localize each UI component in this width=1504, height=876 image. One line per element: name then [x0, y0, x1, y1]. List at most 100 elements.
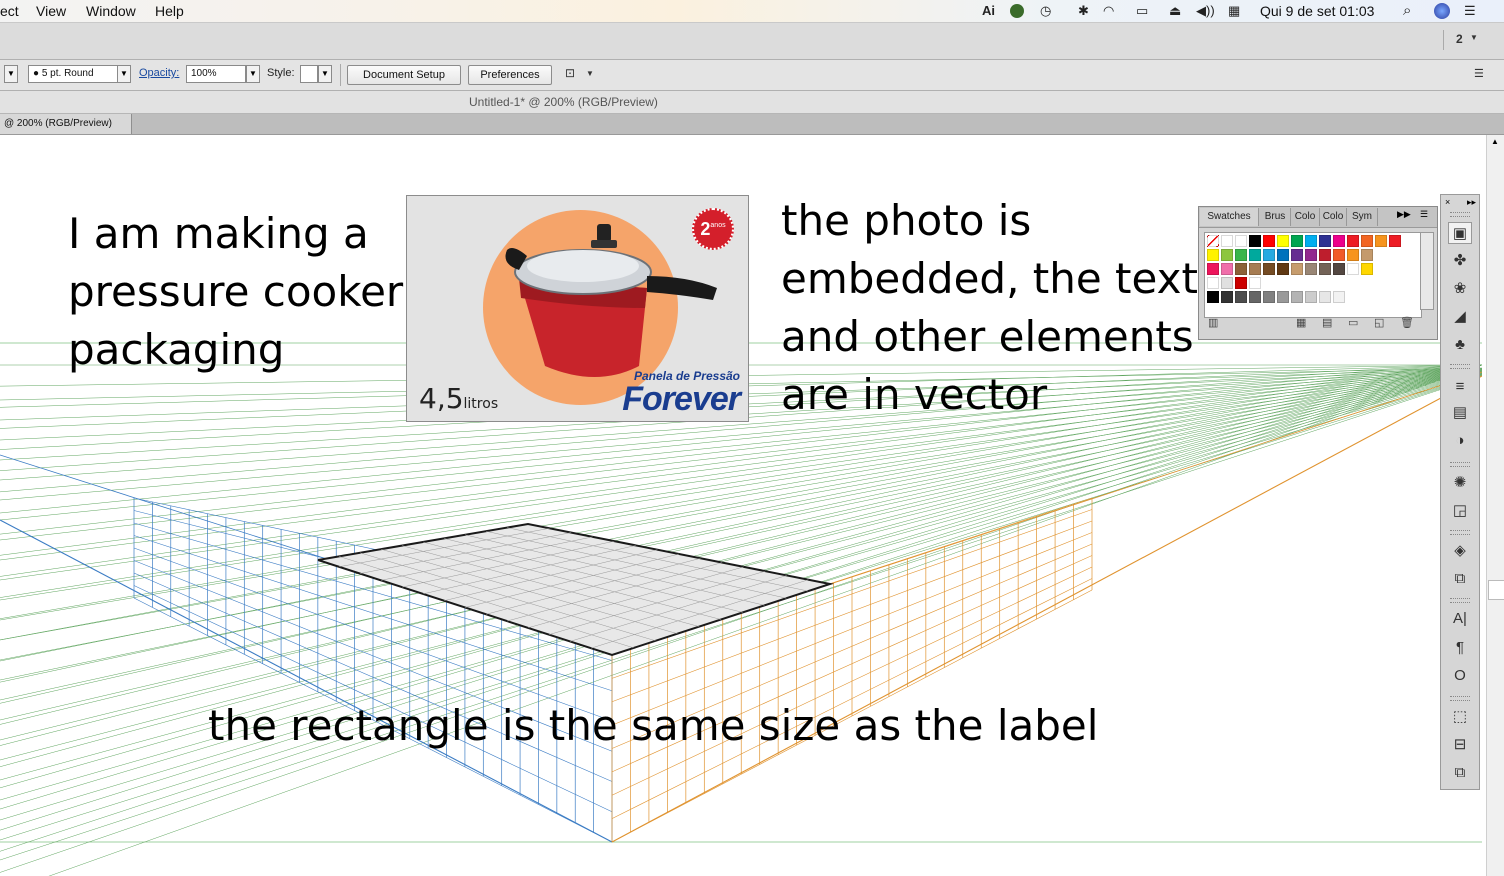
gradient-panel-icon[interactable]: ▤: [1448, 402, 1472, 424]
panel-group-grip[interactable]: [1450, 462, 1470, 467]
brush-icon[interactable]: ❀: [1448, 278, 1472, 300]
color-swatch[interactable]: [1291, 263, 1303, 275]
color-swatch[interactable]: [1207, 263, 1219, 275]
color-swatch[interactable]: [1291, 235, 1303, 247]
color-swatch[interactable]: [1221, 263, 1233, 275]
tab-color[interactable]: Colo: [1291, 208, 1320, 226]
panel-group-grip[interactable]: [1450, 696, 1470, 701]
color-swatch[interactable]: [1375, 235, 1387, 247]
color-swatch[interactable]: [1347, 235, 1359, 247]
document-tab[interactable]: @ 200% (RGB/Preview): [0, 114, 132, 134]
color-swatch[interactable]: [1235, 291, 1247, 303]
color-swatch[interactable]: [1305, 291, 1317, 303]
tab-swatches[interactable]: Swatches: [1200, 208, 1259, 226]
swatch-scrollbar[interactable]: [1420, 232, 1434, 310]
color-swatch[interactable]: [1361, 235, 1373, 247]
color-swatch[interactable]: [1221, 249, 1233, 261]
tab-color-guide[interactable]: Colo: [1320, 208, 1347, 226]
paragraph-icon[interactable]: ¶: [1448, 637, 1472, 659]
transform-icon[interactable]: ⬚: [1448, 706, 1472, 728]
color-swatch[interactable]: [1263, 263, 1275, 275]
vertical-scrollbar[interactable]: ▲: [1486, 135, 1504, 876]
menu-window[interactable]: Window: [86, 3, 136, 19]
chevron-down-icon[interactable]: ▼: [586, 69, 594, 78]
color-swatch[interactable]: [1277, 263, 1289, 275]
opentype-icon[interactable]: O: [1448, 665, 1472, 687]
color-swatch[interactable]: [1347, 249, 1359, 261]
document-setup-button[interactable]: Document Setup: [347, 65, 461, 85]
color-swatch[interactable]: [1263, 235, 1275, 247]
color-swatch[interactable]: [1305, 263, 1317, 275]
registration-swatch[interactable]: [1221, 235, 1233, 247]
align-icon[interactable]: ⊟: [1448, 734, 1472, 756]
label-rectangle-shape[interactable]: [317, 522, 834, 657]
opacity-label[interactable]: Opacity:: [139, 67, 179, 79]
swatch-libraries-icon[interactable]: ▥: [1208, 316, 1218, 329]
color-swatch[interactable]: [1319, 263, 1331, 275]
embedded-label-photo[interactable]: 2anos 4,5litros Panela de Pressão Foreve…: [406, 195, 749, 422]
color-swatch[interactable]: [1277, 249, 1289, 261]
symbol-sprayer-icon[interactable]: ✤: [1448, 250, 1472, 272]
eject-icon[interactable]: ⏏: [1169, 3, 1181, 19]
color-swatch[interactable]: [1207, 249, 1219, 261]
panel-menu-icon[interactable]: ☰: [1474, 67, 1484, 80]
panel-group-grip[interactable]: [1450, 364, 1470, 369]
panel-menu-icon[interactable]: ☰: [1420, 209, 1428, 220]
color-swatch[interactable]: [1249, 249, 1261, 261]
dropdown-arrow[interactable]: ▼: [4, 65, 18, 83]
panel-group-grip[interactable]: [1450, 530, 1470, 535]
bluetooth-icon[interactable]: ✱: [1078, 3, 1089, 19]
color-swatch[interactable]: [1221, 291, 1233, 303]
stroke-profile-select[interactable]: ● 5 pt. Round: [28, 65, 118, 83]
club-icon[interactable]: ♣: [1448, 334, 1472, 356]
character-icon[interactable]: A|: [1448, 608, 1472, 630]
color-swatch[interactable]: [1333, 249, 1345, 261]
time-machine-icon[interactable]: ◷: [1040, 3, 1051, 19]
tab-brushes[interactable]: Brus: [1260, 208, 1291, 226]
color-swatch[interactable]: [1305, 235, 1317, 247]
color-swatch[interactable]: [1235, 249, 1247, 261]
arrange-documents-icon[interactable]: ⊡: [565, 66, 575, 80]
color-swatch[interactable]: [1277, 291, 1289, 303]
color-swatch[interactable]: [1207, 277, 1219, 289]
siri-icon[interactable]: [1434, 3, 1450, 19]
wifi-icon[interactable]: ◠: [1103, 3, 1114, 19]
color-swatch[interactable]: [1319, 249, 1331, 261]
appearance-icon[interactable]: ✺: [1448, 472, 1472, 494]
color-swatch[interactable]: [1235, 277, 1247, 289]
color-swatch[interactable]: [1249, 277, 1261, 289]
show-swatch-kinds-icon[interactable]: ▦: [1296, 316, 1306, 329]
color-swatch[interactable]: [1347, 263, 1359, 275]
chevron-down-icon[interactable]: ▼: [246, 65, 260, 83]
chevron-down-icon[interactable]: ▼: [1470, 33, 1478, 42]
panel-group-grip[interactable]: [1450, 598, 1470, 603]
menu-help[interactable]: Help: [155, 3, 184, 19]
activity-icon[interactable]: [1010, 4, 1024, 18]
color-swatch[interactable]: [1291, 249, 1303, 261]
expand-tabs-icon[interactable]: ▶▶: [1397, 209, 1411, 220]
swatch-options-icon[interactable]: ▤: [1322, 316, 1332, 329]
delete-swatch-icon[interactable]: 🗑: [1400, 316, 1414, 329]
notification-center-icon[interactable]: ☰: [1464, 3, 1476, 19]
color-swatch[interactable]: [1333, 263, 1345, 275]
pathfinder-icon[interactable]: ⧉: [1448, 762, 1472, 784]
color-swatch[interactable]: [1361, 249, 1373, 261]
artboards-icon[interactable]: ⧉: [1448, 568, 1472, 590]
color-swatch[interactable]: [1305, 249, 1317, 261]
color-swatch[interactable]: [1333, 235, 1345, 247]
scroll-up-arrow[interactable]: ▲: [1491, 137, 1499, 146]
stroke-icon[interactable]: ≡: [1448, 376, 1472, 398]
color-swatch[interactable]: [1291, 291, 1303, 303]
volume-icon[interactable]: ◀)): [1196, 3, 1215, 19]
color-swatch[interactable]: [1277, 235, 1289, 247]
new-color-group-icon[interactable]: ▭: [1348, 316, 1358, 329]
airplay-icon[interactable]: ▭: [1136, 3, 1148, 19]
color-swatch[interactable]: [1263, 291, 1275, 303]
none-swatch[interactable]: [1207, 235, 1219, 247]
clock[interactable]: Qui 9 de set 01:03: [1260, 3, 1374, 19]
gradient-icon[interactable]: ◢: [1448, 306, 1472, 328]
close-icon[interactable]: ×: [1445, 197, 1450, 207]
color-swatch[interactable]: [1319, 291, 1331, 303]
color-swatch[interactable]: [1333, 291, 1345, 303]
search-icon[interactable]: ⌕: [1403, 2, 1411, 19]
